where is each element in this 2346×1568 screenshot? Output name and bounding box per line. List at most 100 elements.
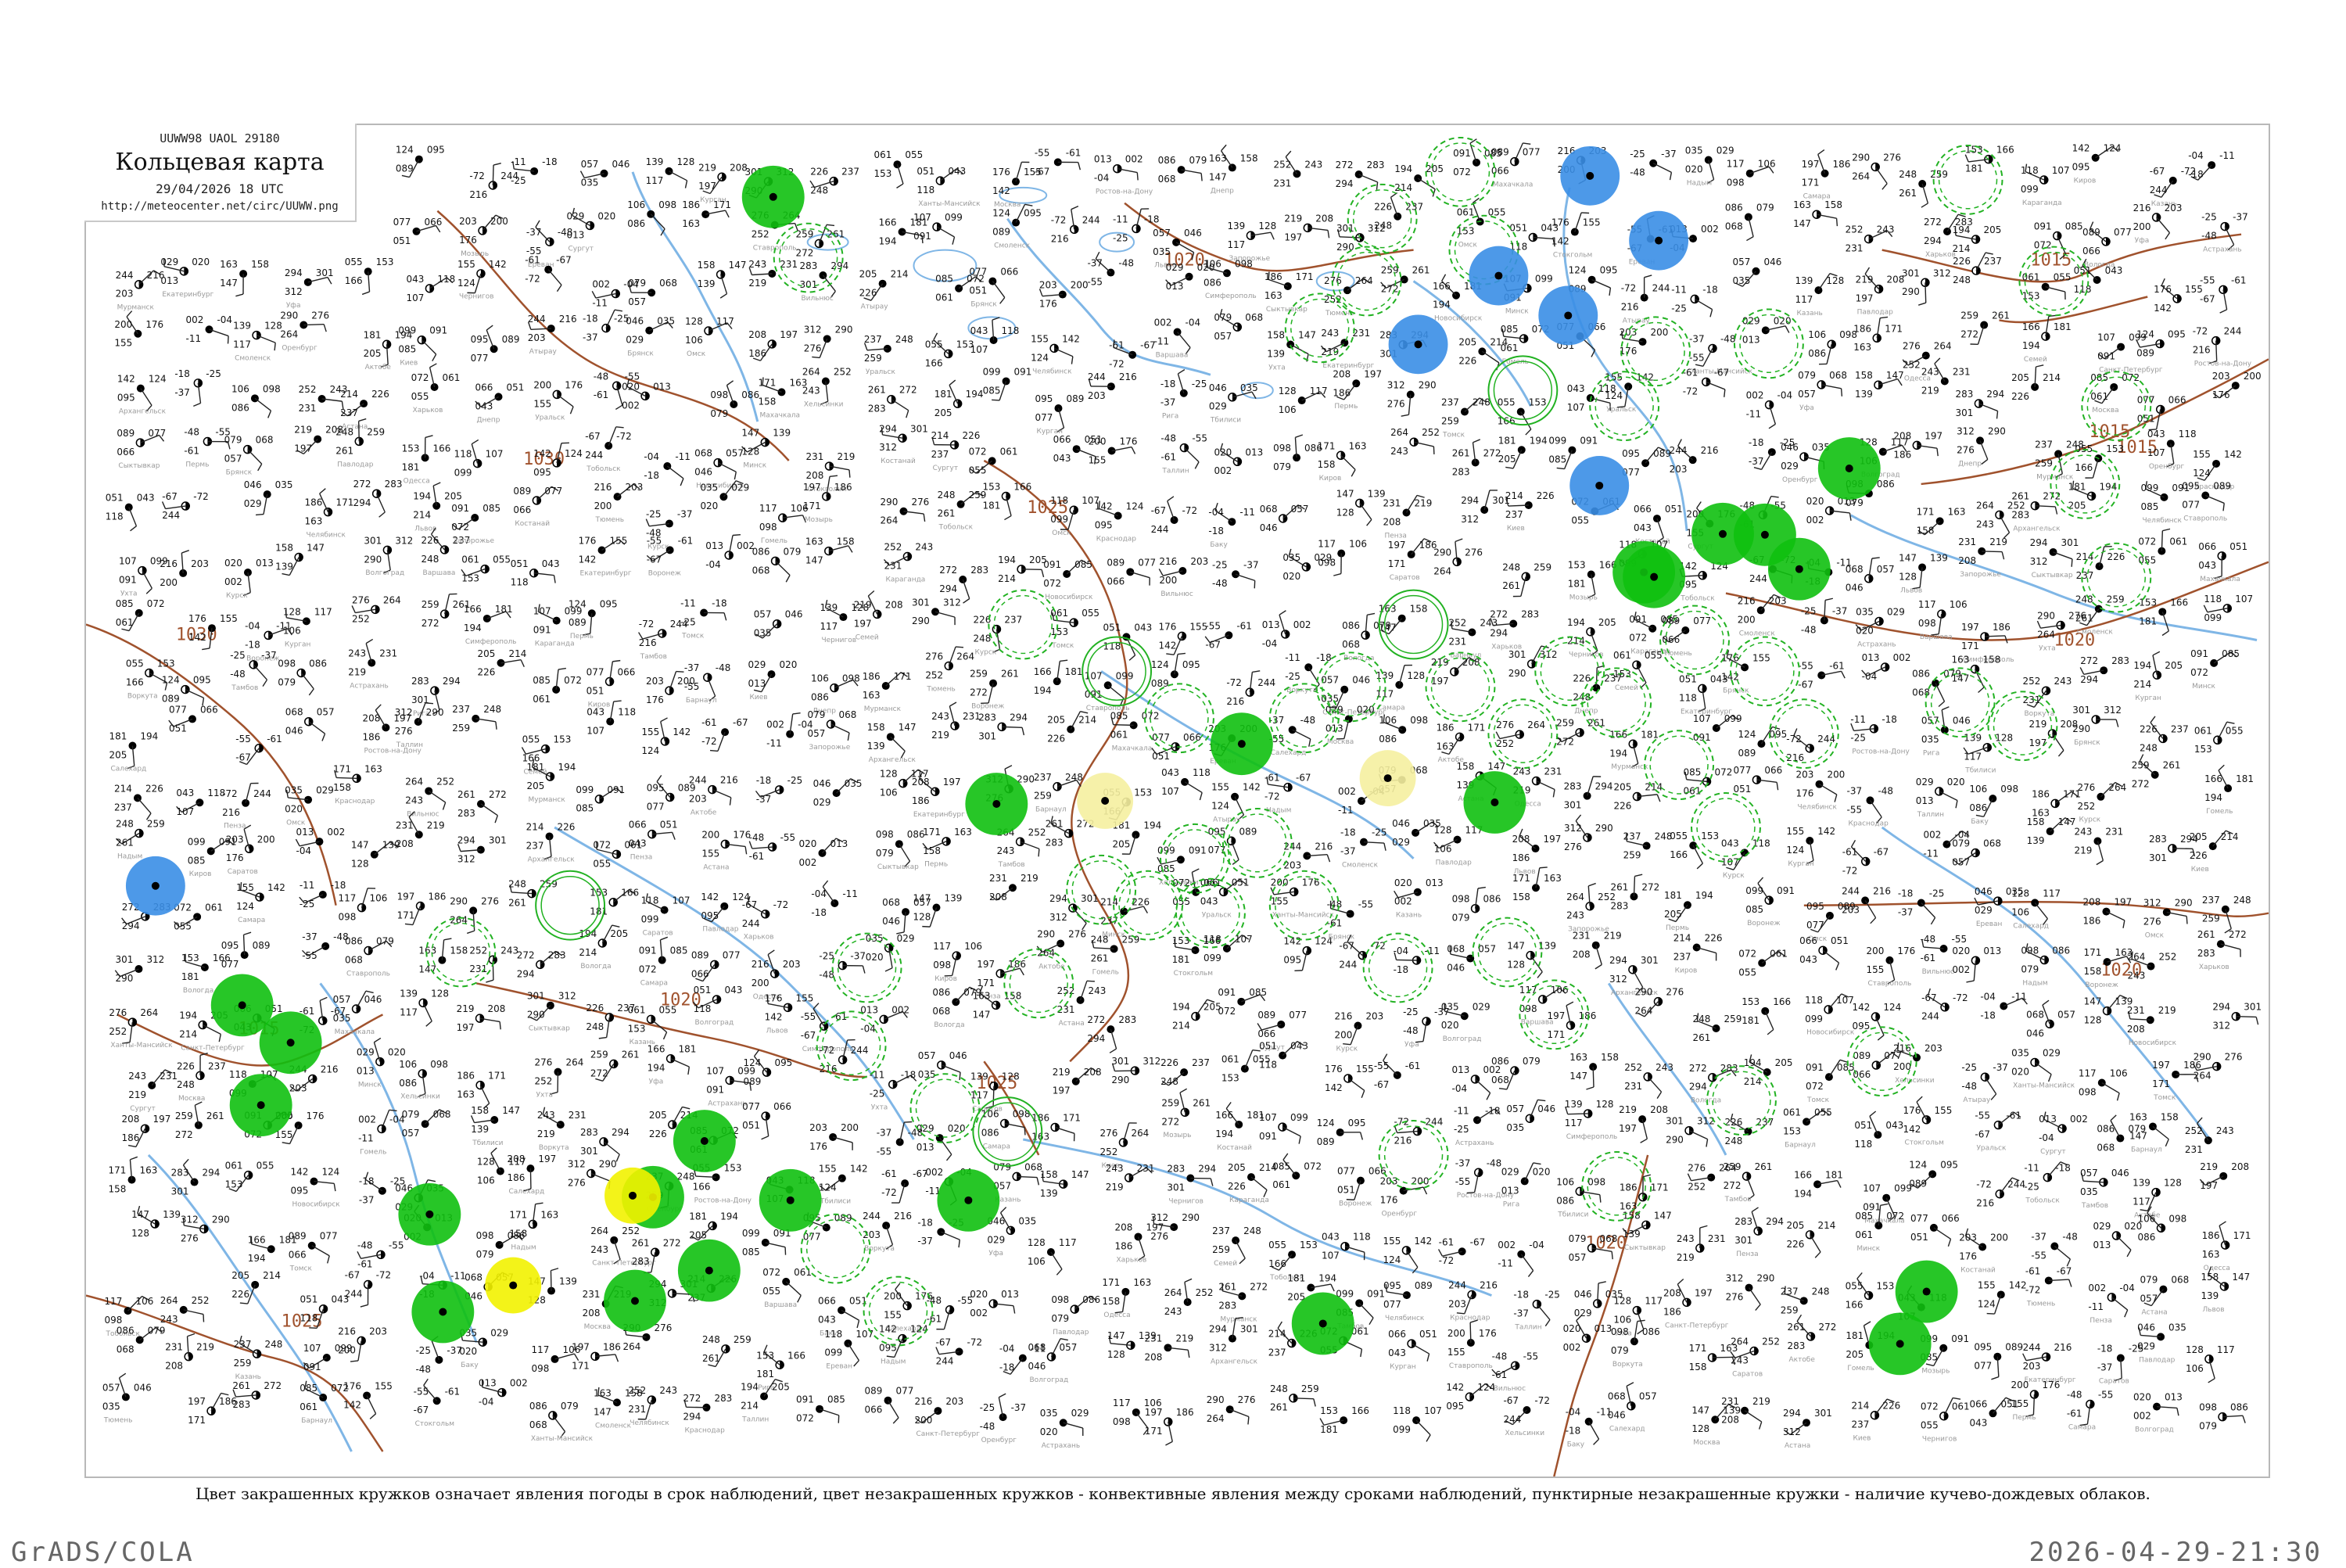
wind-barb	[897, 164, 903, 184]
pressure-value: 106	[135, 1296, 153, 1307]
dewpoint-value: 166	[126, 676, 144, 687]
temperature-value: 261	[1046, 819, 1064, 830]
dewpoint-value: 142	[1325, 1082, 1343, 1093]
temperature-value: 194	[1172, 1002, 1190, 1013]
pressure-value: 294	[203, 1168, 221, 1179]
station-plot: 171163158Киров	[1318, 440, 1367, 483]
station-plot: 176155142	[1325, 1064, 1374, 1098]
wind-barb	[1341, 455, 1355, 469]
station-plot: 077066051	[393, 217, 443, 246]
temperature-value: 243	[748, 259, 766, 270]
dewpoint-value: 197	[1284, 231, 1302, 242]
temperature-value: 106	[1556, 1176, 1574, 1187]
dewpoint-value: 124	[819, 1182, 837, 1193]
dewpoint-value: 261	[1693, 1032, 1711, 1043]
pressure-value: 301	[489, 835, 507, 846]
temperature-value: 197	[572, 1341, 590, 1352]
temperature-value: 283	[171, 1168, 189, 1179]
pressure-value: 200	[1651, 327, 1669, 338]
pressure-value: -37	[677, 509, 693, 520]
station-plot: 139128117Запорожье	[1227, 221, 1276, 263]
pressure-value: 312	[146, 954, 164, 965]
pressure-value: -72	[967, 1337, 983, 1347]
station-name: Хельсинки	[1895, 1077, 1935, 1085]
dewpoint-value: 248	[1374, 221, 1392, 231]
dewpoint-value: 214	[179, 1028, 197, 1039]
temperature-value: -18	[359, 1176, 375, 1187]
temperature-value: 043	[1161, 767, 1179, 778]
dewpoint-value: 057	[1952, 856, 1970, 867]
temperature-value: -18	[917, 1217, 933, 1228]
pressure-value: 181	[1065, 666, 1083, 677]
dewpoint-value: 244	[1921, 1011, 1939, 1022]
station-plot: 301312290	[115, 954, 164, 984]
dewpoint-value: 276	[568, 1177, 586, 1188]
dewpoint-value: 020	[1856, 625, 1874, 636]
pressure-value: -55	[1358, 899, 1374, 910]
wind-barb	[1870, 800, 1881, 816]
station-name: Уральск	[866, 368, 896, 376]
dewpoint-value: 139	[1855, 389, 1873, 400]
station-plot: 261272283	[457, 789, 507, 823]
pressure-value: 091	[1189, 845, 1207, 856]
station-plot: 086079068	[1725, 203, 1774, 241]
temperature-value: 197	[1802, 159, 1820, 170]
temperature-value: -11	[300, 880, 315, 891]
dewpoint-value: 057	[224, 454, 242, 465]
temperature-value: 194	[1394, 163, 1412, 174]
temperature-value: -55	[1975, 1111, 1990, 1121]
dewpoint-value: 099	[641, 914, 659, 925]
station-plot: 099091085	[742, 1228, 791, 1258]
dewpoint-value: 294	[122, 920, 140, 931]
station-plot: 186171163Челябинск	[305, 489, 354, 540]
dewpoint-value: 205	[109, 749, 127, 760]
temperature-value: -67	[162, 491, 178, 502]
dewpoint-value: -72	[881, 1187, 897, 1198]
dewpoint-value: 294	[1490, 627, 1508, 638]
temperature-value: 294	[2030, 537, 2048, 548]
station-plot: 002-04-11	[1746, 390, 1793, 429]
temperature-value: 158	[471, 1105, 489, 1116]
temperature-value: 046	[1209, 382, 1227, 393]
dewpoint-value: 259	[234, 1358, 252, 1369]
station-name: Пенза	[1736, 1250, 1758, 1258]
temperature-value: -67	[742, 899, 758, 910]
temperature-value: 237	[452, 704, 470, 715]
temperature-value: 259	[175, 1111, 193, 1121]
dewpoint-value: 264	[623, 1341, 641, 1352]
dewpoint-value: 200	[1893, 1061, 1911, 1072]
wind-barb	[718, 463, 736, 472]
dewpoint-value: 061	[935, 292, 953, 303]
station-plot: 035029020Баку	[459, 1327, 508, 1369]
temperature-value: 155	[1978, 1279, 1996, 1290]
temperature-value: 176	[188, 613, 206, 624]
dewpoint-value: 066	[1853, 1069, 1871, 1080]
station-plot: 068057046	[1447, 944, 1496, 974]
map-canvas[interactable]: 1030102510201015102510201030102010151025…	[86, 125, 2269, 1477]
temperature-value: 035	[285, 785, 303, 796]
temperature-value: 118	[1050, 495, 1068, 506]
station-plot: 155142124Челябинск	[1031, 333, 1080, 375]
pressure-value: 219	[1989, 536, 2007, 547]
pressure-value: 057	[2057, 1009, 2075, 1020]
station-name: Воронеж	[648, 569, 681, 577]
station-name: Павлодар	[1436, 859, 1472, 867]
temperature-value: 181	[1664, 890, 1682, 901]
station-plot: 216203200Санкт-Петербург	[914, 1396, 980, 1438]
station-name: Минск	[1856, 1245, 1880, 1253]
cloud-cover-symbol	[1412, 829, 1419, 837]
dewpoint-value: 020	[866, 952, 884, 963]
dewpoint-value: 142	[992, 185, 1010, 196]
pressure-value: 259	[1534, 562, 1551, 572]
pressure-value: 139	[773, 428, 791, 439]
temperature-value: 029	[917, 1123, 934, 1134]
station-plot: 171163158Краснодар	[333, 763, 382, 806]
station-plot: 099091085	[576, 784, 625, 814]
pressure-value: 252	[1762, 1337, 1780, 1347]
station-plot: -25-37-48	[819, 951, 866, 981]
pressure-value: -11	[842, 888, 858, 899]
temperature-value: 205	[231, 1270, 249, 1281]
temperature-value: 216	[914, 1396, 932, 1407]
dewpoint-value: 153	[628, 1023, 646, 1034]
dewpoint-value: 176	[1959, 1251, 1977, 1262]
